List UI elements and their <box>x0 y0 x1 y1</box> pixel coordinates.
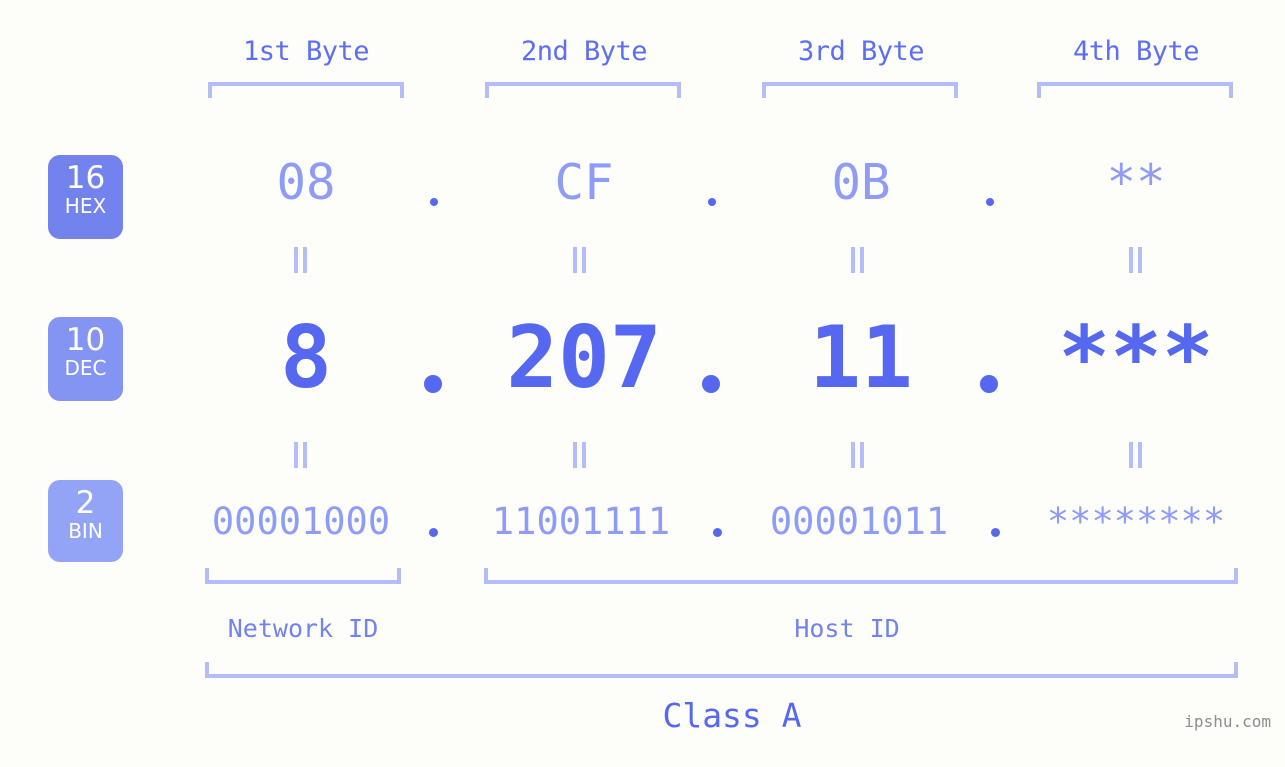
dec-dot-3 <box>980 375 998 393</box>
equals-sign-hex-dec-3 <box>851 247 865 273</box>
base-badge-bin-number: 2 <box>75 485 96 521</box>
bin-dot-3 <box>991 528 1000 537</box>
host-id-bracket <box>484 568 1238 584</box>
dec-dot-1 <box>424 375 442 393</box>
equals-sign-dec-bin-3 <box>851 442 865 468</box>
equals-sign-dec-bin-1 <box>294 442 308 468</box>
hex-dot-2 <box>708 198 716 206</box>
bin-byte-1: 00001000 <box>211 500 391 543</box>
base-badge-hex: 16 HEX <box>48 155 123 239</box>
byte-header-2: 2nd Byte <box>520 36 648 67</box>
network-id-label: Network ID <box>227 614 379 643</box>
base-badge-dec-number: 10 <box>65 322 106 358</box>
base-badge-bin: 2 BIN <box>48 480 123 562</box>
base-badge-dec: 10 DEC <box>48 317 123 401</box>
bin-dot-2 <box>713 528 722 537</box>
base-badge-dec-name: DEC <box>64 356 107 380</box>
bin-dot-1 <box>429 528 438 537</box>
byte-bracket-4 <box>1037 82 1233 98</box>
equals-sign-dec-bin-4 <box>1129 442 1143 468</box>
hex-dot-3 <box>986 198 994 206</box>
equals-sign-hex-dec-4 <box>1129 247 1143 273</box>
base-badge-bin-name: BIN <box>68 519 103 543</box>
byte-header-3: 3rd Byte <box>797 36 925 67</box>
equals-sign-hex-dec-1 <box>294 247 308 273</box>
class-label: Class A <box>662 696 802 735</box>
bin-byte-4: ******** <box>1046 500 1226 543</box>
dec-byte-2: 207 <box>506 308 662 408</box>
equals-sign-dec-bin-2 <box>573 442 587 468</box>
bin-byte-2: 11001111 <box>491 500 671 543</box>
byte-bracket-3 <box>762 82 958 98</box>
base-badge-hex-name: HEX <box>64 194 107 218</box>
byte-bracket-1 <box>208 82 404 98</box>
hex-byte-3: 0B <box>831 154 891 211</box>
class-bracket <box>205 662 1238 678</box>
equals-sign-hex-dec-2 <box>573 247 587 273</box>
host-id-label: Host ID <box>794 614 900 643</box>
site-watermark: ipshu.com <box>1184 712 1271 731</box>
hex-byte-2: CF <box>554 154 614 211</box>
dec-byte-1: 8 <box>280 308 332 408</box>
base-badge-hex-number: 16 <box>65 160 106 196</box>
ip-address-breakdown-diagram: 1st Byte 2nd Byte 3rd Byte 4th Byte 16 H… <box>0 0 1285 767</box>
byte-header-4: 4th Byte <box>1072 36 1200 67</box>
byte-header-1: 1st Byte <box>242 36 370 67</box>
dec-byte-3: 11 <box>809 308 913 408</box>
dec-dot-2 <box>702 375 720 393</box>
byte-bracket-2 <box>485 82 681 98</box>
network-id-bracket <box>205 568 401 584</box>
hex-byte-1: 08 <box>276 154 336 211</box>
dec-byte-4: *** <box>1058 308 1214 408</box>
hex-dot-1 <box>430 198 438 206</box>
bin-byte-3: 00001011 <box>769 500 949 543</box>
hex-byte-4: ** <box>1106 154 1166 211</box>
